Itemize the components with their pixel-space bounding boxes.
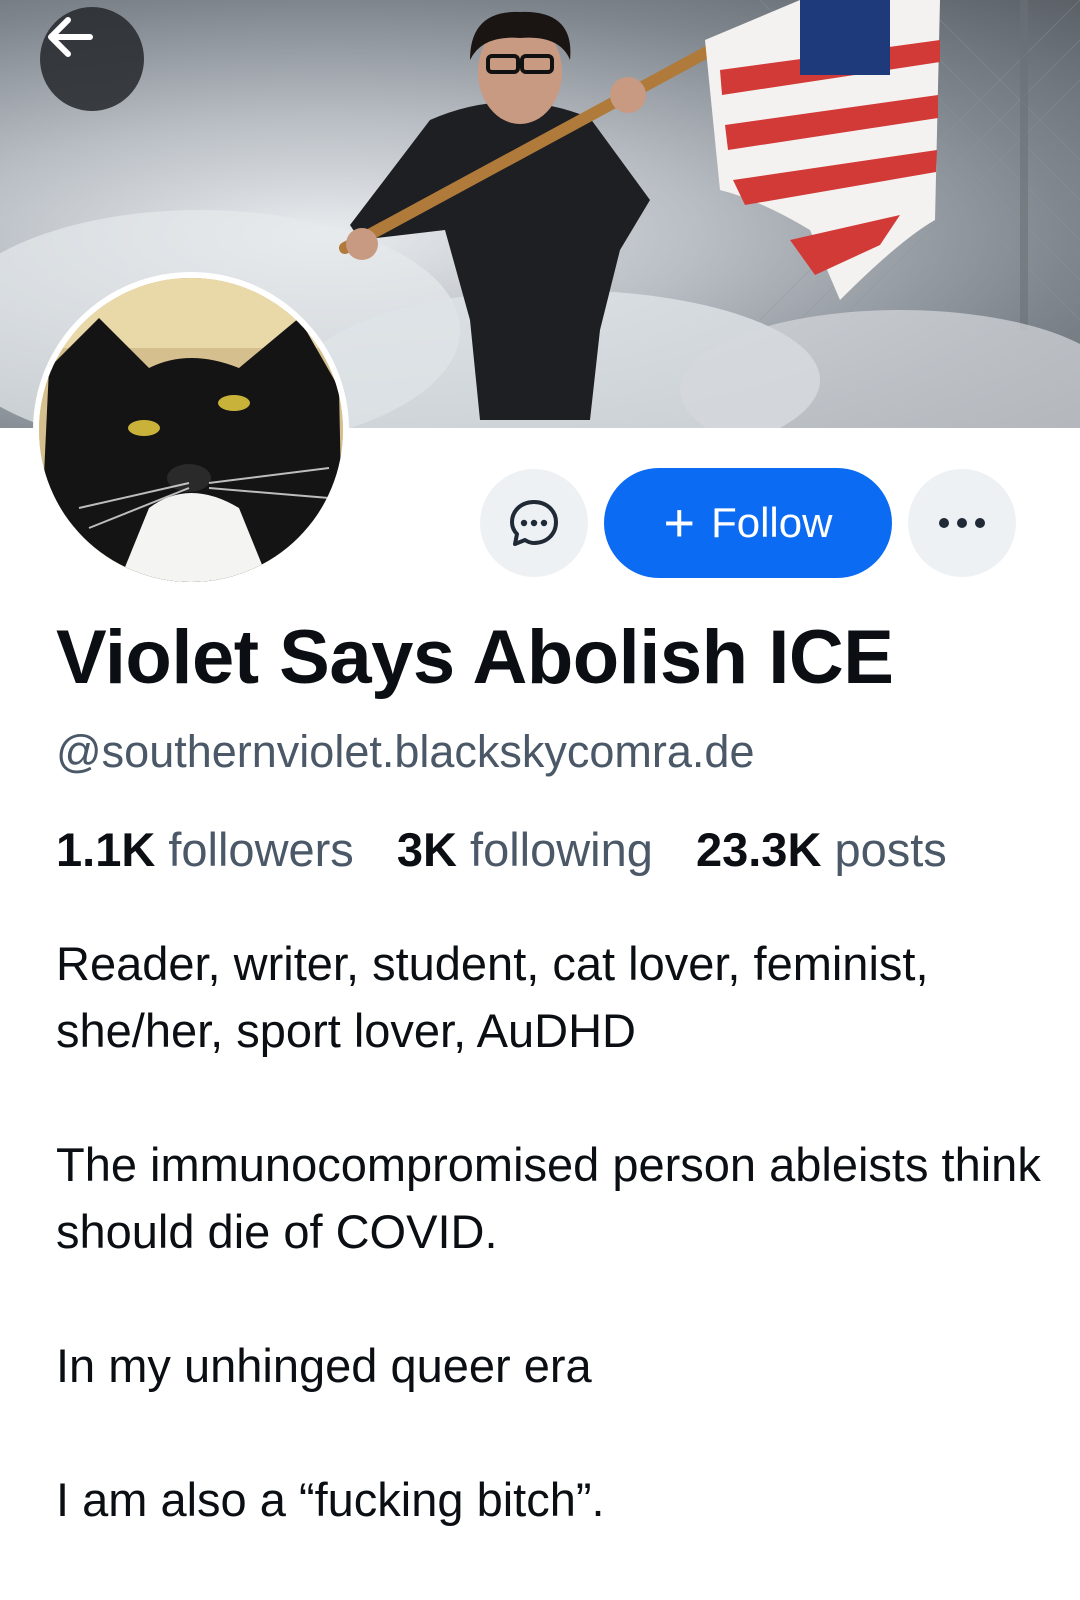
display-name: Violet Says Abolish ICE — [56, 615, 894, 700]
arrow-left-icon — [48, 17, 93, 57]
bio-paragraph: Reader, writer, student, cat lover, femi… — [56, 937, 929, 1057]
avatar-image — [39, 278, 343, 582]
bio-paragraph: The immunocompromised person ableists th… — [56, 1138, 1041, 1258]
followers-count: 1.1K — [56, 823, 156, 876]
posts-label: posts — [834, 823, 947, 876]
posts-stat: 23.3K posts — [696, 823, 947, 876]
following-count: 3K — [396, 823, 457, 876]
profile-handle[interactable]: @southernviolet.blackskycomra.de — [56, 726, 755, 778]
chat-bubble-icon — [510, 500, 558, 546]
message-button[interactable] — [480, 469, 588, 577]
following-stat[interactable]: 3K following — [397, 823, 653, 876]
bio-paragraph: I am also a “fucking bitch”. — [56, 1473, 605, 1526]
ellipsis-icon — [939, 518, 985, 528]
avatar[interactable] — [39, 278, 343, 582]
avatar-frame — [33, 272, 349, 588]
bio-paragraph: In my unhinged queer era — [56, 1339, 592, 1392]
posts-count: 23.3K — [695, 823, 822, 876]
profile-actions: + Follow — [480, 468, 1016, 578]
follow-label: Follow — [711, 499, 833, 546]
followers-label: followers — [168, 823, 354, 876]
more-options-button[interactable] — [908, 469, 1016, 577]
profile-stats: 1.1K followers 3K following 23.3K posts — [56, 822, 947, 877]
following-label: following — [470, 823, 653, 876]
follow-button[interactable]: + Follow — [604, 468, 892, 578]
plus-icon: + — [663, 493, 696, 553]
followers-stat[interactable]: 1.1K followers — [56, 823, 354, 876]
back-button[interactable] — [40, 7, 144, 111]
profile-bio: Reader, writer, student, cat lover, femi… — [56, 930, 1046, 1600]
